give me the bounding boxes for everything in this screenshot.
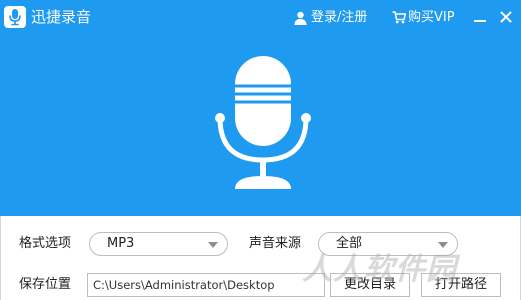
- close-icon: [500, 11, 512, 23]
- title-bar: 迅捷录音 登录/注册 购买VIP: [0, 0, 521, 36]
- login-register-label: 登录/注册: [311, 10, 368, 25]
- large-microphone-icon: [215, 56, 311, 189]
- chevron-down-icon: [438, 242, 448, 248]
- microphone-icon: [4, 6, 26, 28]
- save-path-field[interactable]: [87, 273, 325, 297]
- format-value: MP3: [107, 236, 135, 251]
- settings-panel: 格式选项 MP3 声音来源 全部 保存位置 更改目录 打开路径: [0, 216, 521, 300]
- chevron-down-icon: [208, 242, 218, 248]
- buy-vip-label: 购买VIP: [408, 10, 455, 25]
- save-location-label: 保存位置: [19, 277, 72, 292]
- open-path-button[interactable]: 打开路径: [421, 273, 501, 297]
- format-select[interactable]: MP3: [89, 232, 228, 256]
- source-label: 声音来源: [249, 236, 302, 251]
- source-value: 全部: [336, 236, 363, 251]
- minimize-button[interactable]: [472, 9, 488, 25]
- change-directory-button[interactable]: 更改目录: [330, 273, 410, 297]
- app-title: 迅捷录音: [31, 8, 92, 26]
- cart-icon: [392, 11, 406, 24]
- record-microphone-button[interactable]: [213, 52, 313, 192]
- format-label: 格式选项: [19, 236, 72, 251]
- close-button[interactable]: [498, 9, 514, 25]
- user-icon: [294, 11, 307, 25]
- source-select[interactable]: 全部: [318, 232, 458, 256]
- minimize-icon: [474, 20, 486, 22]
